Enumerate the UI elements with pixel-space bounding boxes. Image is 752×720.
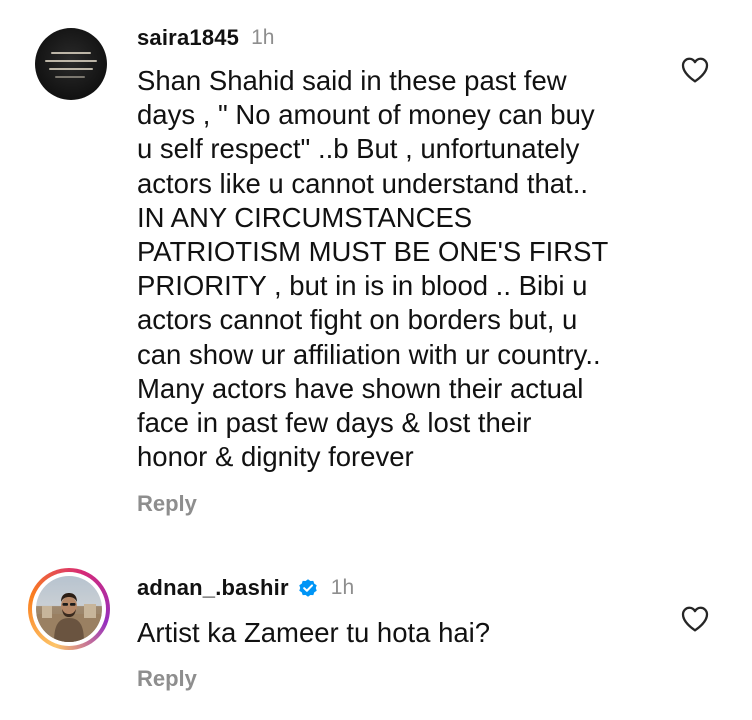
reply-button[interactable]: Reply (137, 666, 197, 692)
comment-text: Artist ka Zameer tu hota hai? (137, 617, 491, 648)
timestamp: 1h (251, 26, 275, 49)
timestamp: 1h (330, 576, 355, 599)
avatar-person-icon (36, 593, 102, 642)
comment-header: adnan_.bashir 1h (137, 575, 354, 601)
comment-text: Shan Shahid said in these past few days … (137, 65, 609, 473)
comment-item: saira1845 1h Shan Shahid said in these p… (0, 0, 752, 540)
avatar (36, 576, 102, 642)
username[interactable]: saira1845 (137, 25, 239, 51)
comment-header: saira1845 1h (137, 25, 274, 51)
username[interactable]: adnan_.bashir (137, 575, 289, 601)
avatar-story-ring[interactable] (28, 568, 110, 650)
comment-item: adnan_.bashir 1h Artist ka Zameer tu hot… (0, 540, 752, 720)
verified-badge-icon (299, 579, 317, 597)
avatar[interactable] (35, 28, 107, 100)
reply-button[interactable]: Reply (137, 491, 197, 517)
heart-outline-icon[interactable] (678, 54, 712, 86)
heart-outline-icon[interactable] (678, 603, 712, 635)
